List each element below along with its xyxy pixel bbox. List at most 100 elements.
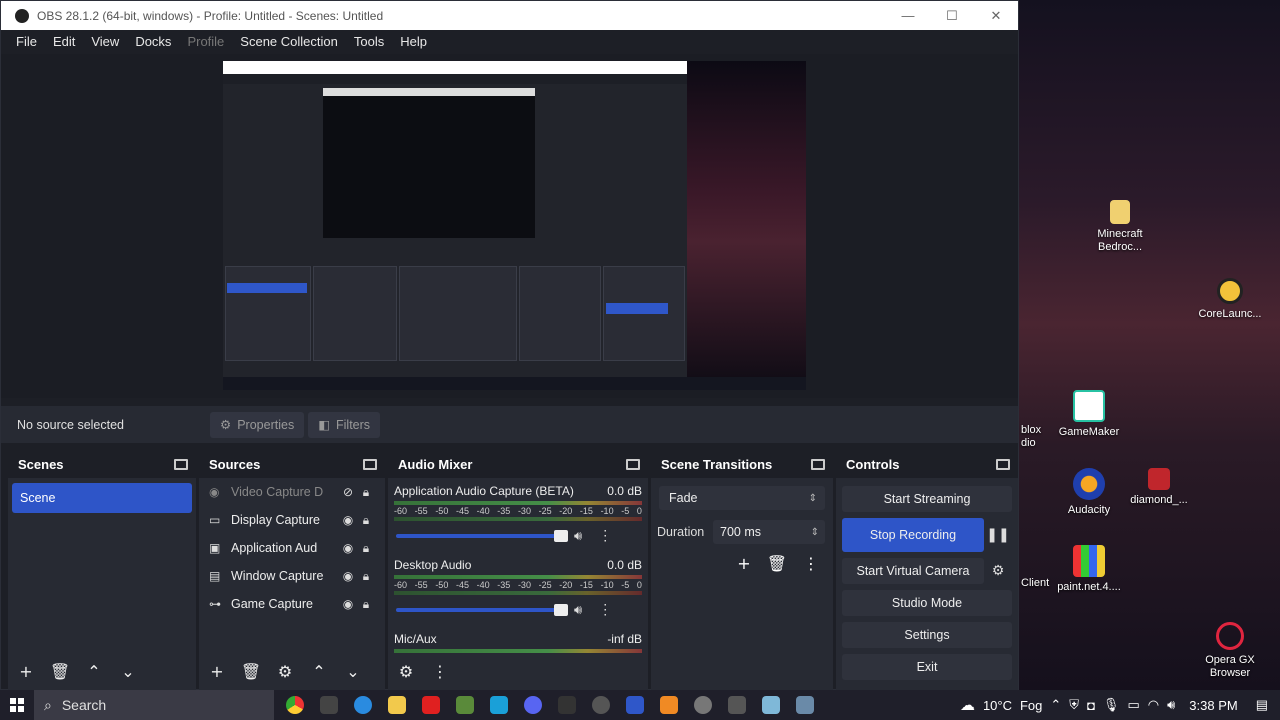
pause-icon[interactable]: ❚❚ (984, 527, 1012, 543)
spin-arrows-icon[interactable]: ⇕ (811, 527, 819, 538)
preview-canvas[interactable] (223, 61, 806, 390)
move-down-button[interactable]: ⌄ (341, 659, 365, 683)
volume-slider[interactable] (396, 529, 568, 542)
app-icon[interactable] (320, 696, 338, 714)
lock-icon[interactable]: 🔒︎ (357, 597, 375, 612)
start-button[interactable] (0, 698, 34, 712)
duration-spinbox[interactable]: 700 ms ⇕ (713, 520, 825, 544)
notepad-icon[interactable] (762, 696, 780, 714)
shield-icon[interactable]: ⛨ (1069, 697, 1079, 713)
maximize-button[interactable]: ☐ (930, 8, 974, 24)
minimize-button[interactable]: — (886, 8, 930, 23)
source-item[interactable]: ▤ Window Capture ◉ 🔒︎ (199, 562, 385, 590)
transition-select[interactable]: Fade ⇕ (659, 486, 825, 510)
remove-transition-button[interactable]: 🗑 (767, 554, 787, 573)
menu-tools[interactable]: Tools (354, 34, 384, 49)
source-item[interactable]: ◉ Video Capture D ⊘ 🔒︎ (199, 478, 385, 506)
network-icon[interactable]: ▭ (1127, 697, 1139, 713)
undock-icon[interactable] (996, 458, 1010, 470)
lock-icon[interactable]: 🔒︎ (357, 541, 375, 556)
menu-docks[interactable]: Docks (135, 34, 171, 49)
minecraft-icon[interactable] (456, 696, 474, 714)
eye-icon[interactable]: ◉ (339, 541, 357, 555)
desktop-icon-corelauncher[interactable]: CoreLaunc... (1185, 278, 1275, 321)
volume-icon[interactable]: 🔊︎ (1167, 697, 1175, 713)
speaker-icon[interactable]: 🔊︎ (574, 528, 582, 544)
stop-recording-button[interactable]: Stop Recording (842, 518, 984, 552)
chrome-icon[interactable] (286, 696, 304, 714)
menu-scene-collection[interactable]: Scene Collection (240, 34, 338, 49)
menu-profile[interactable]: Profile (187, 34, 224, 49)
advanced-audio-button[interactable]: ⚙ (394, 659, 418, 683)
settings-button[interactable]: Settings (842, 622, 1012, 648)
discord-icon[interactable] (524, 696, 542, 714)
file-explorer-icon[interactable] (388, 696, 406, 714)
scene-item[interactable]: Scene (12, 483, 192, 513)
lock-icon[interactable]: 🔒︎ (357, 485, 375, 500)
lock-icon[interactable]: 🔒︎ (357, 513, 375, 528)
weather-temp[interactable]: 10°C (983, 698, 1012, 713)
desktop-icon-minecraft[interactable]: Minecraft Bedroc... (1075, 200, 1165, 254)
properties-button[interactable]: ⚙ Properties (210, 411, 305, 438)
app-icon[interactable] (626, 696, 644, 714)
more-options-icon[interactable]: ⋮ (428, 659, 452, 683)
remove-scene-button[interactable]: 🗑 (48, 659, 72, 683)
source-item[interactable]: ▭ Display Capture ◉ 🔒︎ (199, 506, 385, 534)
start-streaming-button[interactable]: Start Streaming (842, 486, 1012, 512)
taskbar-search[interactable]: ⌕ Search (34, 690, 274, 720)
more-options-icon[interactable]: ⋮ (598, 527, 612, 544)
remove-source-button[interactable]: 🗑 (239, 659, 263, 683)
menu-file[interactable]: File (16, 34, 37, 49)
move-down-button[interactable]: ⌄ (116, 659, 140, 683)
volume-slider[interactable] (396, 603, 568, 616)
lock-icon[interactable]: 🔒︎ (357, 569, 375, 584)
edge-icon[interactable] (354, 696, 372, 714)
undock-icon[interactable] (626, 458, 640, 470)
chevron-up-icon[interactable]: ⌃ (1050, 697, 1061, 713)
close-button[interactable]: ✕ (974, 8, 1018, 24)
app-icon[interactable] (796, 696, 814, 714)
menu-help[interactable]: Help (400, 34, 427, 49)
visibility-hidden-icon[interactable]: ⊘ (339, 485, 357, 499)
gear-icon[interactable]: ⚙ (984, 563, 1012, 579)
sublime-icon[interactable] (660, 696, 678, 714)
undock-icon[interactable] (174, 458, 188, 470)
menu-edit[interactable]: Edit (53, 34, 75, 49)
mic-icon[interactable]: 🎙︎ (1103, 697, 1120, 713)
youtube-icon[interactable] (422, 696, 440, 714)
obs-icon[interactable] (592, 696, 610, 714)
move-up-button[interactable]: ⌃ (307, 659, 331, 683)
source-settings-button[interactable]: ⚙ (273, 659, 297, 683)
undock-icon[interactable] (811, 458, 825, 470)
undock-icon[interactable] (363, 458, 377, 470)
desktop-icon-opera[interactable]: Opera GX Browser (1185, 622, 1275, 680)
add-scene-button[interactable]: + (14, 659, 38, 683)
more-options-icon[interactable]: ⋮ (803, 554, 819, 573)
eye-icon[interactable]: ◉ (339, 513, 357, 527)
settings-icon[interactable] (694, 696, 712, 714)
camera-icon[interactable]: ◘ (1087, 698, 1095, 713)
eye-icon[interactable]: ◉ (339, 569, 357, 583)
start-virtual-camera-button[interactable]: Start Virtual Camera (842, 558, 984, 584)
menu-view[interactable]: View (91, 34, 119, 49)
wifi-icon[interactable]: ◠ (1148, 697, 1159, 713)
app-icon[interactable] (728, 696, 746, 714)
volume-handle[interactable] (554, 529, 568, 542)
app-icon[interactable] (558, 696, 576, 714)
more-options-icon[interactable]: ⋮ (598, 601, 612, 618)
desktop-icon-diamond[interactable]: diamond_... (1114, 468, 1204, 507)
eye-icon[interactable]: ◉ (339, 597, 357, 611)
source-item[interactable]: ⊶ Game Capture ◉ 🔒︎ (199, 590, 385, 618)
desktop-icon-paintnet[interactable]: paint.net.4.... (1044, 545, 1134, 594)
notifications-icon[interactable]: ▤ (1256, 697, 1268, 713)
exit-button[interactable]: Exit (842, 654, 1012, 680)
source-item[interactable]: ▣ Application Aud ◉ 🔒︎ (199, 534, 385, 562)
volume-handle[interactable] (554, 603, 568, 616)
add-source-button[interactable]: + (205, 659, 229, 683)
app-icon[interactable] (490, 696, 508, 714)
clock[interactable]: 3:38 PM (1189, 698, 1237, 713)
studio-mode-button[interactable]: Studio Mode (842, 590, 1012, 616)
desktop-icon-gamemaker[interactable]: GameMaker (1044, 390, 1134, 439)
move-up-button[interactable]: ⌃ (82, 659, 106, 683)
filters-button[interactable]: ◧ Filters (308, 411, 381, 438)
